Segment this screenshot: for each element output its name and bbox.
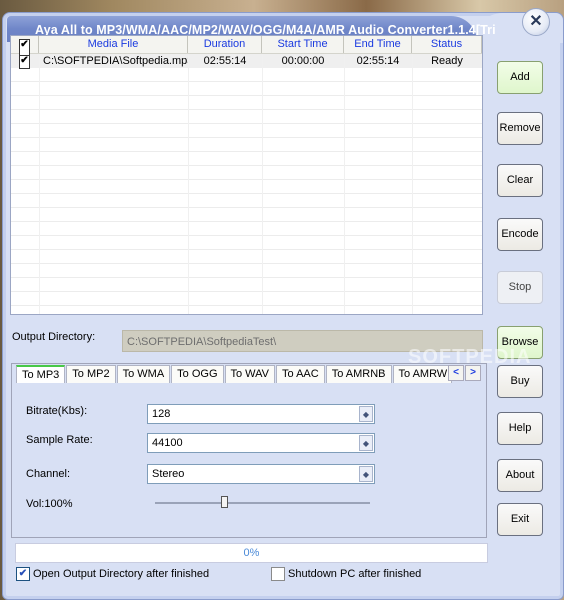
bitrate-value: 128 (152, 408, 171, 420)
close-icon[interactable]: ✕ (522, 8, 550, 36)
column-start-time[interactable]: Start Time (262, 36, 344, 53)
sample-rate-select[interactable]: 44100 ◆ (147, 433, 375, 453)
checkbox-checked-icon[interactable]: ✔ (16, 567, 30, 581)
channel-select[interactable]: Stereo ◆ (147, 464, 375, 484)
progress-bar: 0% (15, 543, 488, 563)
volume-label: Vol:100% (26, 498, 73, 510)
dropdown-arrow-icon[interactable]: ◆ (359, 406, 373, 422)
grid-divider (412, 54, 413, 314)
column-status[interactable]: Status (412, 36, 482, 53)
media-file-list[interactable]: ✔ Media File Duration Start Time End Tim… (10, 35, 483, 315)
checkbox-icon: ✔ (19, 55, 30, 69)
grid-divider (188, 54, 189, 314)
buy-button[interactable]: Buy (497, 365, 543, 398)
tab-to-wav[interactable]: To WAV (224, 365, 276, 383)
row-duration: 02:55:14 (203, 55, 247, 67)
remove-button[interactable]: Remove (497, 112, 543, 145)
row-media-file: C:\SOFTPEDIA\Softpedia.mp3 (43, 55, 188, 67)
tab-to-wma[interactable]: To WMA (116, 365, 171, 383)
open-output-label: Open Output Directory after finished (33, 568, 210, 580)
about-button[interactable]: About (497, 459, 543, 492)
add-button[interactable]: Add (497, 61, 543, 94)
tab-to-aac[interactable]: To AAC (276, 365, 325, 383)
channel-label: Channel: (26, 468, 71, 480)
tab-scroll-arrows: < > (448, 365, 482, 381)
encode-button[interactable]: Encode (497, 218, 543, 251)
dropdown-arrow-icon[interactable]: ◆ (359, 435, 373, 451)
tab-to-mp2[interactable]: To MP2 (66, 365, 116, 383)
help-button[interactable]: Help (497, 412, 543, 445)
bitrate-label: Bitrate(Kbs): (26, 405, 88, 417)
row-status: Ready (431, 55, 463, 67)
header-select-all-checkbox[interactable]: ✔ (11, 36, 39, 56)
channel-value: Stereo (152, 468, 185, 480)
stop-button[interactable]: Stop (497, 271, 543, 304)
column-duration[interactable]: Duration (188, 36, 262, 53)
column-media-file[interactable]: Media File (39, 36, 188, 53)
dropdown-arrow-icon[interactable]: ◆ (359, 466, 373, 482)
volume-slider-track[interactable] (155, 502, 370, 504)
list-header: ✔ Media File Duration Start Time End Tim… (11, 36, 482, 56)
tab-to-ogg[interactable]: To OGG (171, 365, 224, 383)
sample-rate-label: Sample Rate: (26, 434, 93, 446)
format-tabs: To MP3 To MP2 To WMA To OGG To WAV To AA… (16, 365, 453, 384)
volume-slider-thumb[interactable] (221, 496, 228, 508)
sample-rate-value: 44100 (152, 437, 183, 449)
chevron-left-icon[interactable]: < (448, 365, 464, 381)
exit-button[interactable]: Exit (497, 503, 543, 536)
grid-divider (344, 54, 345, 314)
tab-to-mp3[interactable]: To MP3 (16, 365, 66, 383)
shutdown-checkbox[interactable]: Shutdown PC after finished (271, 567, 421, 581)
open-output-checkbox[interactable]: ✔ Open Output Directory after finished (16, 567, 209, 581)
grid-divider (262, 54, 263, 314)
bitrate-select[interactable]: 128 ◆ (147, 404, 375, 424)
tab-to-amrnb[interactable]: To AMRNB (325, 365, 392, 383)
clear-button[interactable]: Clear (497, 164, 543, 197)
chevron-right-icon[interactable]: > (465, 365, 481, 381)
row-end-time: 02:55:14 (356, 55, 400, 67)
column-end-time[interactable]: End Time (344, 36, 412, 53)
tab-to-amrwb[interactable]: To AMRWB (392, 365, 452, 383)
grid-divider (39, 54, 40, 314)
shutdown-label: Shutdown PC after finished (288, 568, 422, 580)
output-directory-label: Output Directory: (12, 331, 96, 343)
checkbox-unchecked-icon[interactable] (271, 567, 285, 581)
row-checkbox[interactable]: ✔ (11, 54, 39, 69)
row-start-time: 00:00:00 (281, 55, 325, 67)
